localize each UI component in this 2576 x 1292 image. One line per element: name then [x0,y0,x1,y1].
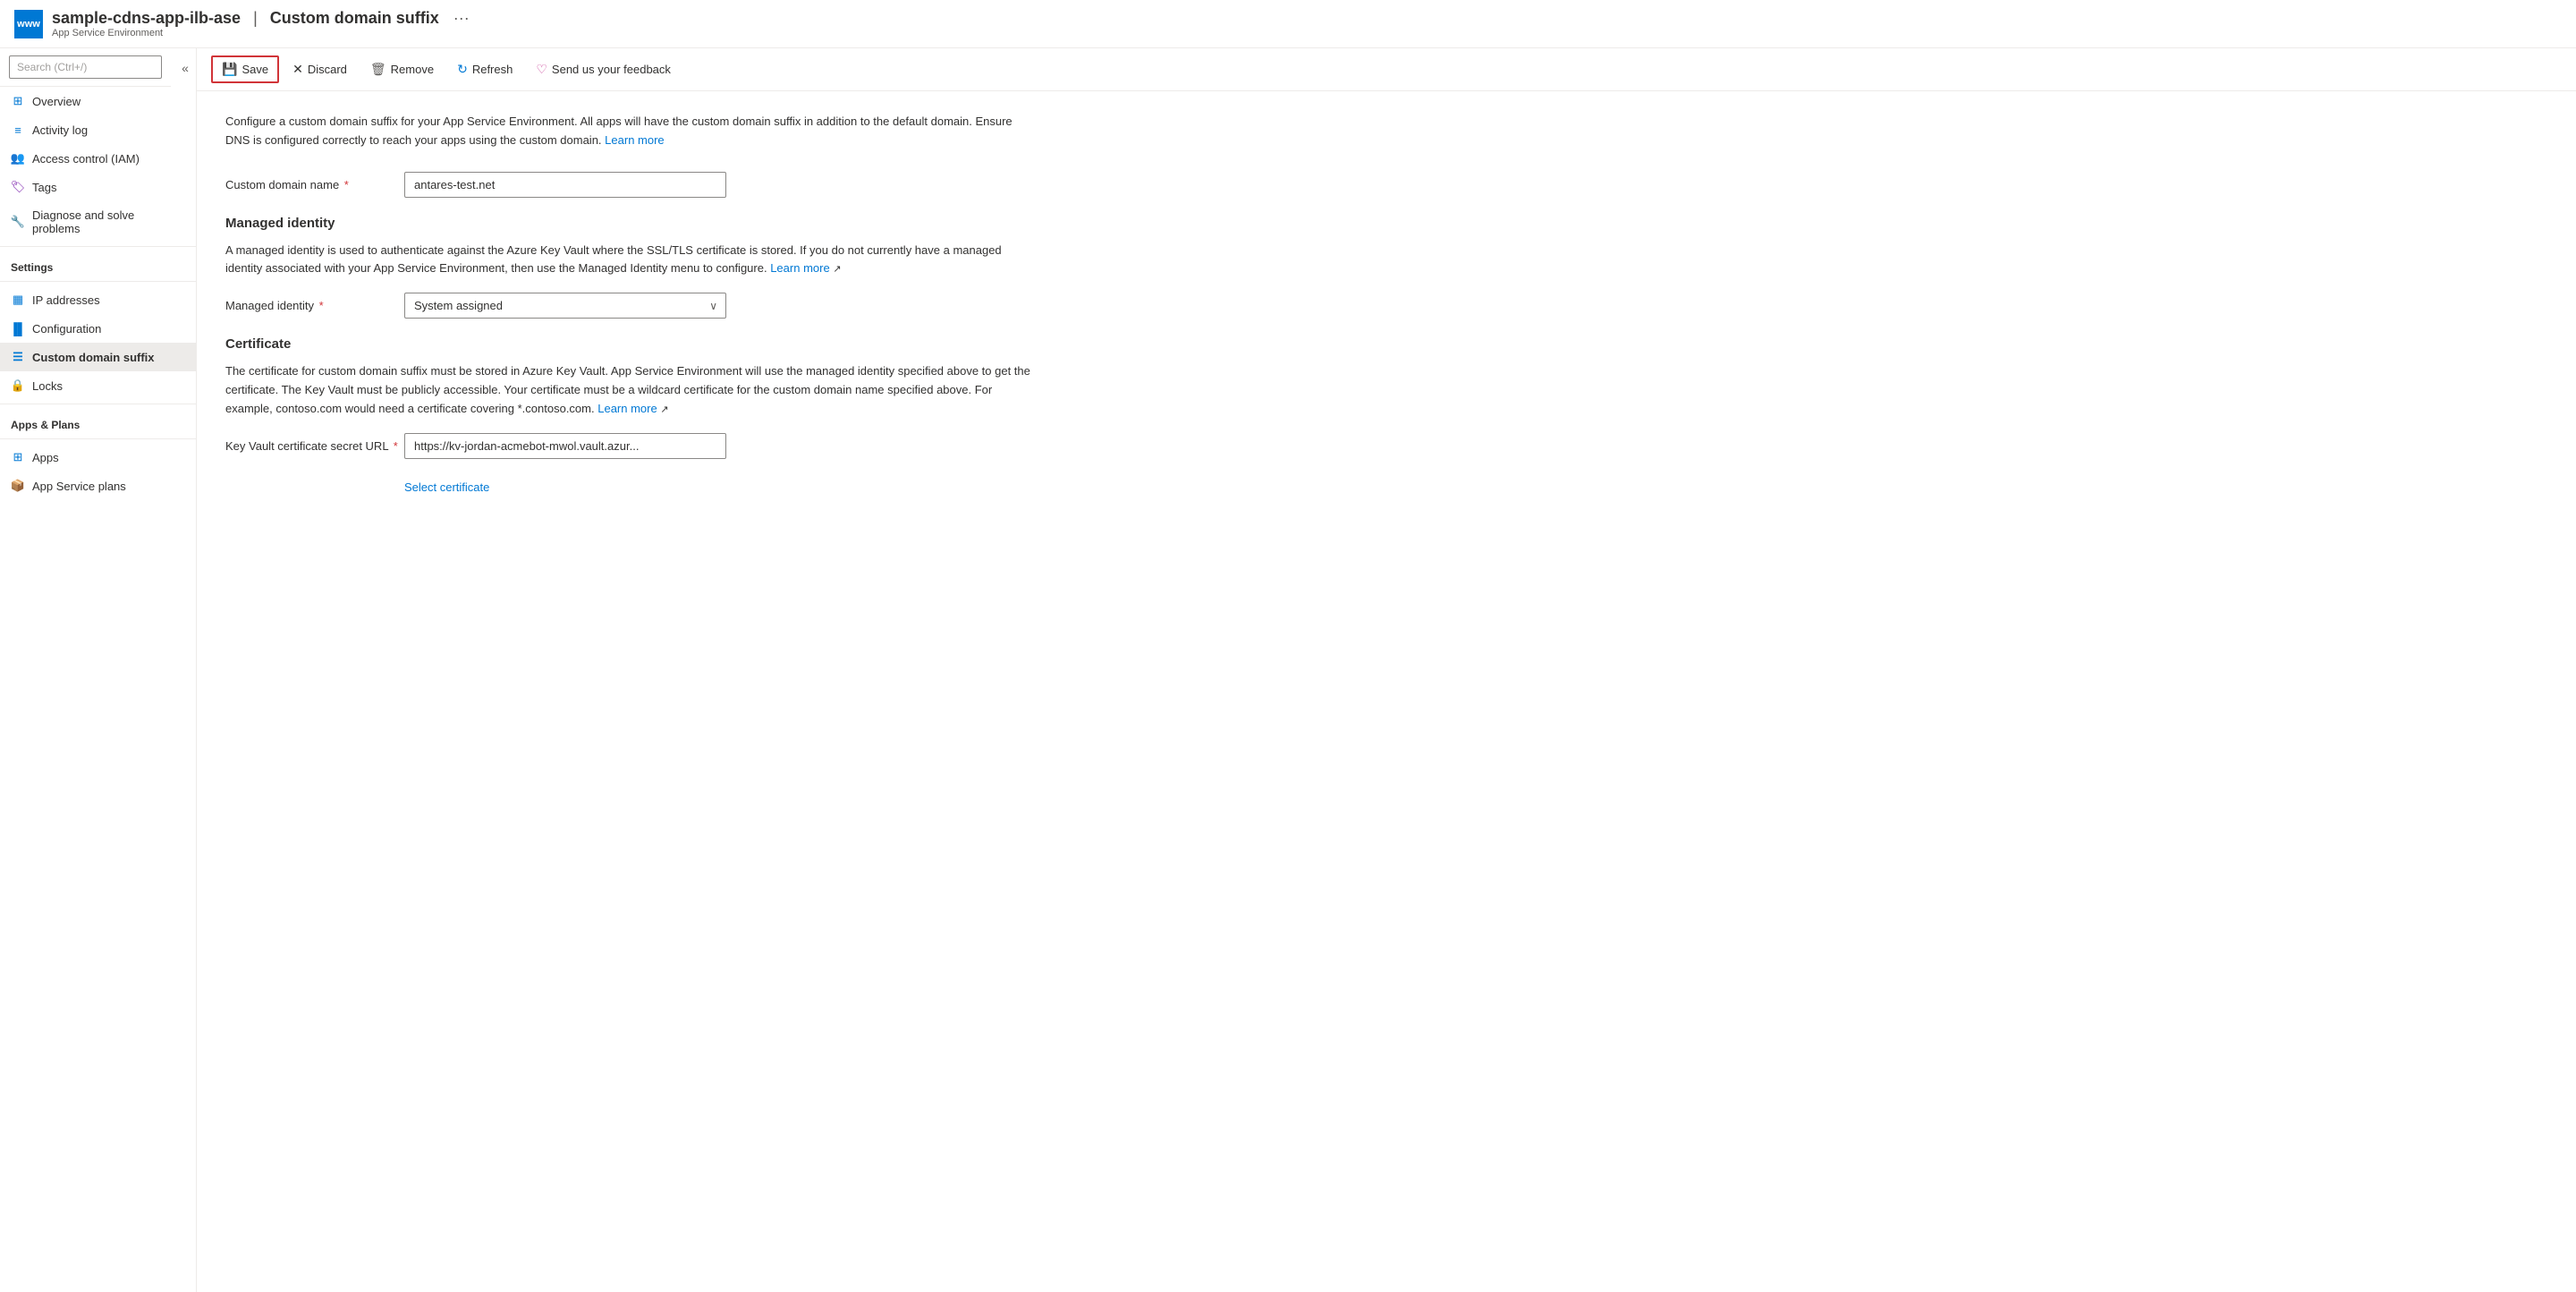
page-header: www sample-cdns-app-ilb-ase | Custom dom… [0,0,2576,48]
sidebar-item-label: Access control (IAM) [32,152,140,166]
certificate-section-title: Certificate [225,336,2547,352]
discard-button[interactable]: ✕ Discard [283,56,357,82]
key-vault-url-input[interactable] [404,433,726,459]
select-certificate-row: Select certificate [404,477,2547,494]
resource-icon: www [14,10,43,38]
sidebar-divider-2 [0,281,196,282]
sidebar-collapse-button[interactable]: « [174,57,196,79]
app-service-plans-icon: 📦 [11,479,25,493]
remove-icon: 🗑 [370,62,386,77]
key-vault-url-label: Key Vault certificate secret URL * [225,439,404,453]
remove-button[interactable]: 🗑 Remove [360,56,444,82]
sidebar-item-ip-addresses[interactable]: ▦ IP addresses [0,285,196,314]
sidebar-item-app-service-plans[interactable]: 📦 App Service plans [0,472,196,500]
required-indicator: * [344,178,349,191]
refresh-icon: ↻ [457,62,468,77]
main-description: Configure a custom domain suffix for you… [225,113,1030,150]
overview-icon: ⊞ [11,94,25,108]
sidebar-item-label: App Service plans [32,480,126,493]
custom-domain-name-label: Custom domain name * [225,178,404,191]
sidebar-item-custom-domain-suffix[interactable]: ☰ Custom domain suffix [0,343,196,371]
save-button[interactable]: 💾 Save [211,55,279,83]
managed-identity-description: A managed identity is used to authentica… [225,242,1030,279]
sidebar-divider-4 [0,438,196,439]
content-area: Configure a custom domain suffix for you… [197,91,2576,1292]
page-title: Custom domain suffix [270,9,439,28]
sidebar-search-row: « [0,48,196,87]
diagnose-icon: 🔧 [11,215,25,229]
sidebar-item-label: Tags [32,181,56,194]
more-options-icon[interactable]: ··· [453,9,470,28]
sidebar-divider-1 [0,246,196,247]
managed-identity-learn-more-link[interactable]: Learn more [770,261,829,275]
sidebar-item-label: Diagnose and solve problems [32,208,185,235]
locks-icon: 🔒 [11,378,25,393]
sidebar-item-diagnose[interactable]: 🔧 Diagnose and solve problems [0,201,196,242]
apps-icon: ⊞ [11,450,25,464]
save-icon: 💾 [222,62,237,77]
main-content: 💾 Save ✕ Discard 🗑 Remove ↻ Refresh ♡ Se… [197,48,2576,1292]
activity-log-icon: ≡ [11,123,25,137]
sidebar-item-label: Locks [32,379,63,393]
external-link-icon: ↗ [833,264,841,275]
external-link-icon-2: ↗ [660,404,668,415]
sidebar-item-access-control[interactable]: 👥 Access control (IAM) [0,144,196,173]
managed-identity-select[interactable]: System assigned User assigned [404,293,726,319]
managed-identity-row: Managed identity * System assigned User … [225,293,2547,319]
apps-plans-section-label: Apps & Plans [0,408,196,435]
custom-domain-suffix-icon: ☰ [11,350,25,364]
custom-domain-name-row: Custom domain name * [225,172,2547,198]
sidebar-item-overview[interactable]: ⊞ Overview [0,87,196,115]
custom-domain-name-input[interactable] [404,172,726,198]
sidebar-item-apps[interactable]: ⊞ Apps [0,443,196,472]
key-vault-url-row: Key Vault certificate secret URL * [225,433,2547,459]
sidebar-item-label: Apps [32,451,59,464]
sidebar: « ⊞ Overview ≡ Activity log 👥 Access con… [0,48,197,1292]
tags-icon: 🏷 [11,180,25,194]
resource-subtitle: App Service Environment [52,28,470,38]
access-control-icon: 👥 [11,151,25,166]
managed-identity-section-title: Managed identity [225,216,2547,231]
sidebar-item-tags[interactable]: 🏷 Tags [0,173,196,201]
resource-name: sample-cdns-app-ilb-ase [52,9,241,28]
certificate-learn-more-link[interactable]: Learn more [597,402,657,415]
discard-icon: ✕ [292,62,303,77]
required-indicator-3: * [394,439,398,453]
sidebar-item-label: Configuration [32,322,101,336]
header-text-group: sample-cdns-app-ilb-ase | Custom domain … [52,9,470,38]
toolbar: 💾 Save ✕ Discard 🗑 Remove ↻ Refresh ♡ Se… [197,48,2576,91]
sidebar-item-label: IP addresses [32,293,100,307]
sidebar-item-activity-log[interactable]: ≡ Activity log [0,115,196,144]
settings-section-label: Settings [0,251,196,277]
ip-addresses-icon: ▦ [11,293,25,307]
refresh-button[interactable]: ↻ Refresh [447,56,522,82]
sidebar-search-container [0,48,171,87]
configuration-icon: ▐▌ [11,321,25,336]
certificate-description: The certificate for custom domain suffix… [225,362,1030,418]
sidebar-item-label: Activity log [32,123,88,137]
select-certificate-link[interactable]: Select certificate [404,480,489,494]
sidebar-item-label: Overview [32,95,80,108]
managed-identity-label: Managed identity * [225,299,404,312]
required-indicator-2: * [319,299,324,312]
sidebar-item-label: Custom domain suffix [32,351,155,364]
description-learn-more-link[interactable]: Learn more [605,133,664,147]
feedback-button[interactable]: ♡ Send us your feedback [526,56,681,82]
search-input[interactable] [9,55,162,79]
sidebar-item-configuration[interactable]: ▐▌ Configuration [0,314,196,343]
sidebar-item-locks[interactable]: 🔒 Locks [0,371,196,400]
feedback-icon: ♡ [536,62,547,77]
managed-identity-select-wrapper: System assigned User assigned ∨ [404,293,726,319]
